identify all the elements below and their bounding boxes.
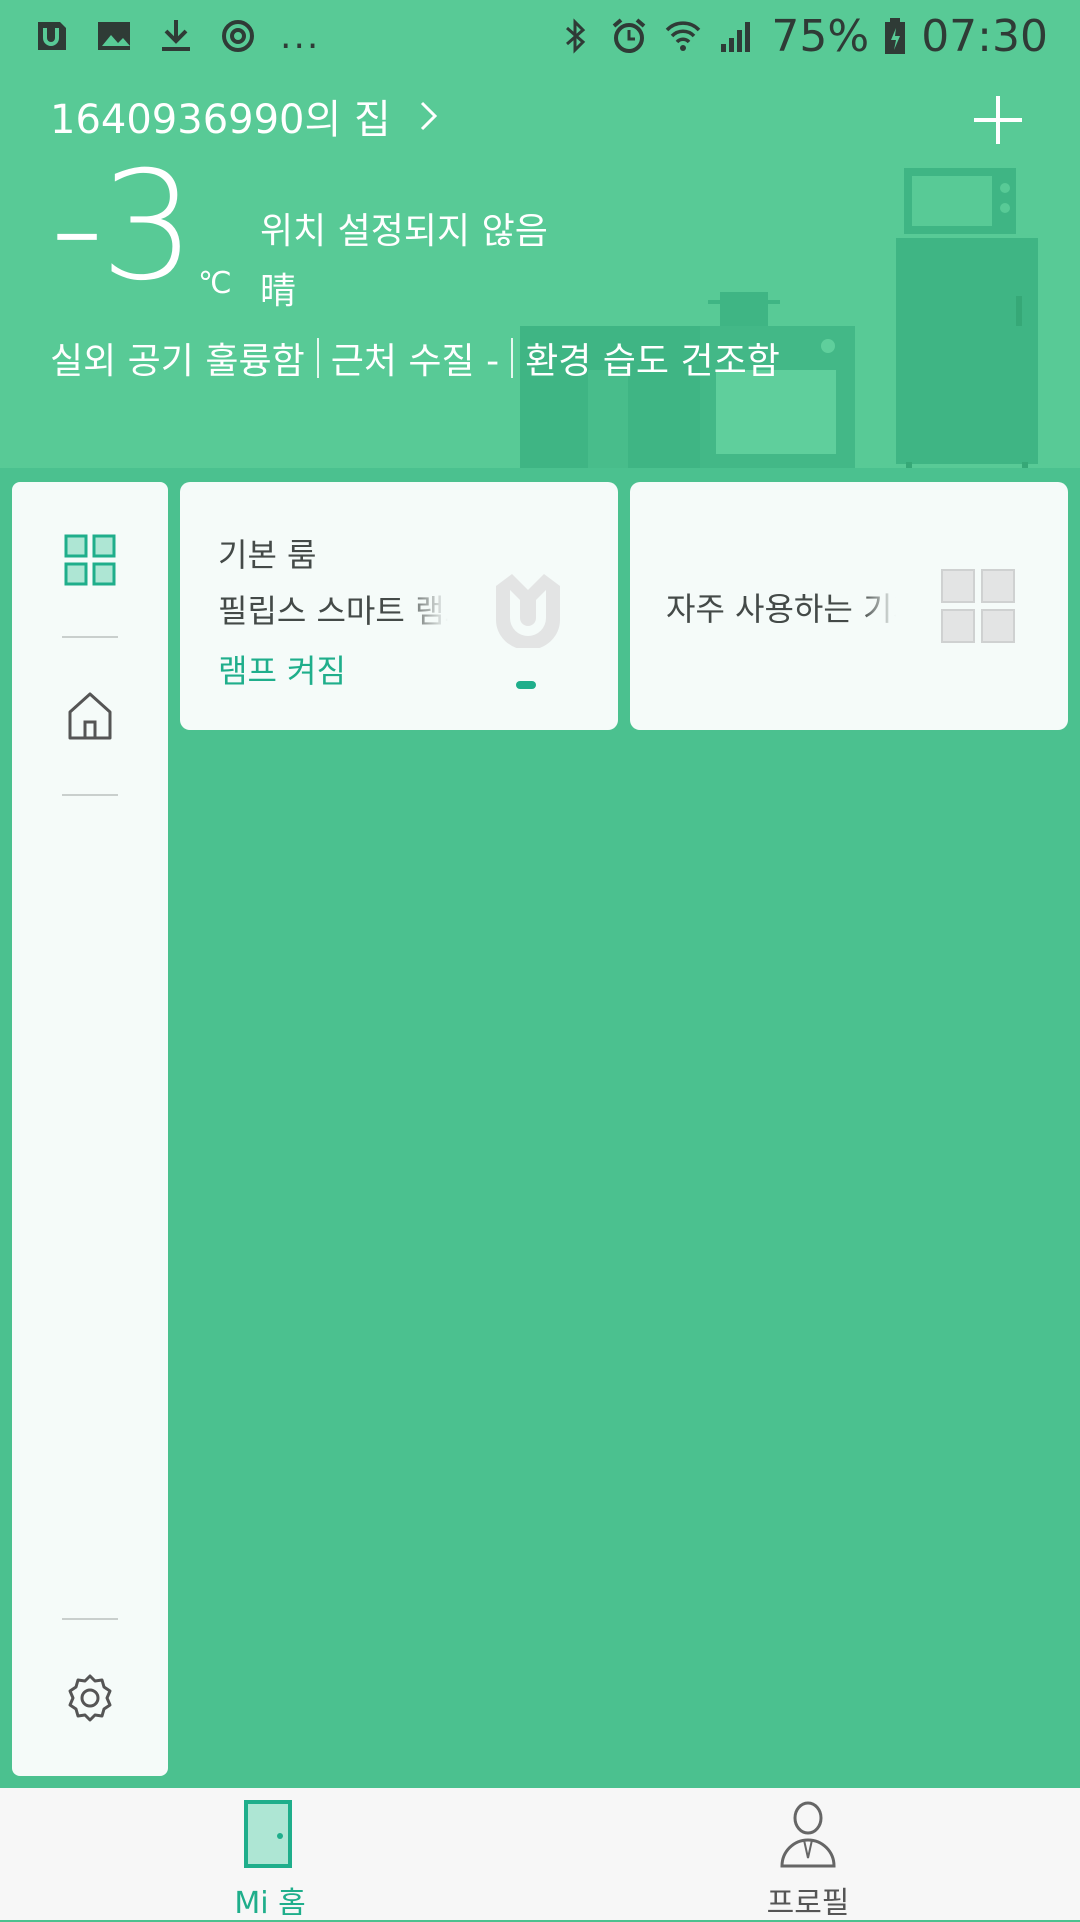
device-status: 램프 켜짐: [218, 652, 346, 690]
home-icon[interactable]: [64, 690, 116, 742]
device-card[interactable]: 기본 룸 필립스 스마트 램프 램프 켜짐: [180, 482, 618, 730]
divider: [62, 636, 118, 638]
grid-icon[interactable]: [64, 534, 116, 586]
home-header: ... 75% 07:30 1640936990의 집 -3 ℃ 위치 설정되지…: [0, 0, 1080, 468]
side-menu: [12, 482, 168, 1776]
grid-icon: [941, 569, 1015, 643]
room-name: 기본 룸: [218, 536, 317, 574]
nearby-water-quality: 근처 수질 -: [330, 341, 500, 382]
humidity-status: 환경 습도 건조함: [525, 341, 780, 382]
divider: [316, 338, 319, 378]
divider: [511, 338, 514, 378]
mi-logo-icon: [496, 574, 560, 648]
outdoor-air-quality: 실외 공기 훌륭함: [50, 341, 305, 382]
settings-icon[interactable]: [64, 1672, 116, 1724]
favorites-card[interactable]: 자주 사용하는 기기: [630, 482, 1068, 730]
bottom-navigation: Mi 홈 프로필: [0, 1788, 1080, 1921]
person-icon: [780, 1801, 836, 1868]
favorites-label: 자주 사용하는 기기: [666, 590, 896, 628]
divider: [62, 1618, 118, 1620]
tab-profile[interactable]: 프로필: [708, 1800, 908, 1921]
tab-label: Mi 홈: [234, 1886, 306, 1921]
kitchen-illustration: [520, 168, 1038, 468]
door-icon: [244, 1800, 292, 1868]
environment-summary: 실외 공기 훌륭함 근처 수질 - 환경 습도 건조함: [50, 334, 780, 382]
divider: [62, 794, 118, 796]
tab-mi-home[interactable]: Mi 홈: [170, 1800, 370, 1921]
device-name: 필립스 스마트 램프: [218, 592, 448, 630]
device-on-indicator: [516, 681, 536, 689]
tab-label: 프로필: [766, 1886, 850, 1921]
